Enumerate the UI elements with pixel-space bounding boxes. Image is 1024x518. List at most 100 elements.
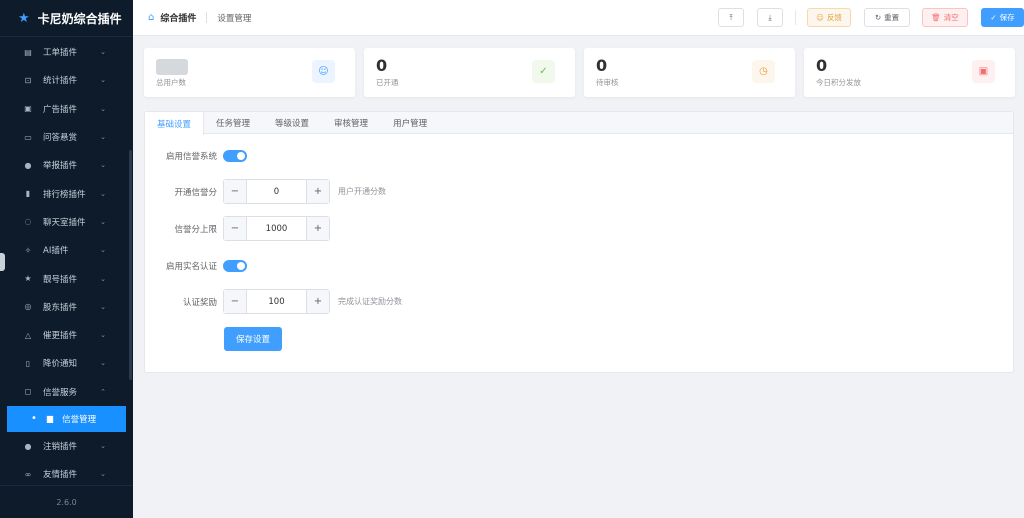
tab-levels[interactable]: 等级设置 [263, 112, 322, 133]
feedback-icon: ☺ [816, 13, 824, 22]
init-score-stepper: − 0 + [223, 179, 330, 204]
cup-icon: ◻ [24, 387, 32, 397]
sidebar: ★ 卡尼奶综合插件 ▤ 工单插件 ⌄ ⊡ 统计插件 ⌄ ▣ 广告插件 ⌄ ▭ 问答悬赏 ⌄ ● 举… [0, 0, 133, 518]
init-score-input[interactable]: 0 [247, 187, 306, 197]
message-icon: ◌ [24, 217, 32, 227]
tab-bar: 基础设置 任务管理 等级设置 审核管理 用户管理 [145, 112, 1013, 135]
stat-card-opened: 0 已开通 ✓ [364, 48, 575, 97]
upload-icon: ⤒ [729, 12, 733, 22]
sidebar-item-vipnum[interactable]: ★ 靓号插件 ⌄ [0, 264, 133, 292]
chevron-down-icon: ⌄ [100, 104, 106, 113]
breadcrumb-divider [206, 12, 208, 23]
sidebar-item-ranking[interactable]: ▮ 排行榜插件 ⌄ [0, 179, 133, 207]
enable-credit-toggle[interactable] [223, 150, 247, 162]
chat-icon: ▭ [24, 132, 32, 142]
upload-button[interactable]: ⤒ [718, 8, 744, 27]
toolbar-divider [795, 10, 796, 25]
form-row-enable-credit: 启用信誉系统 [145, 149, 1015, 163]
sidebar-logo[interactable]: ★ 卡尼奶综合插件 [0, 0, 133, 37]
user-icon: ● [24, 441, 32, 451]
sidebar-item-chatroom[interactable]: ◌ 聊天室插件 ⌄ [0, 208, 133, 236]
form-label: 启用信誉系统 [165, 152, 217, 162]
form-row-init-score: 开通信誉分 − 0 + 用户开通分数 [145, 179, 1015, 204]
sidebar-item-cancel[interactable]: ● 注销插件 ⌄ [0, 432, 133, 460]
feedback-button[interactable]: ☺ 反馈 [807, 8, 851, 27]
stat-value: 0 [596, 56, 608, 75]
stat-card-today-points: 0 今日积分发放 ▣ [804, 48, 1015, 97]
save-settings-button[interactable]: 保存设置 [224, 327, 282, 351]
phone-icon: ▯ [25, 358, 31, 368]
download-button[interactable]: ⤓ [757, 8, 783, 27]
tab-basic[interactable]: 基础设置 [145, 112, 205, 135]
sidebar-item-ticket[interactable]: ▤ 工单插件 ⌄ [0, 38, 133, 66]
max-score-input[interactable]: 1000 [247, 224, 306, 234]
chevron-down-icon: ⌄ [100, 442, 106, 450]
bell-icon: △ [24, 330, 32, 340]
sidebar-item-pricedrop[interactable]: ▯ 降价通知 ⌄ [0, 349, 133, 377]
form-row-reward: 认证奖励 − 100 + 完成认证奖励分数 [145, 289, 1015, 314]
chevron-down-icon: ⌄ [100, 133, 106, 142]
reset-button[interactable]: ↻ 重置 [864, 8, 910, 27]
chevron-down-icon: ⌄ [100, 246, 106, 255]
tab-tasks[interactable]: 任务管理 [204, 112, 263, 133]
form-row-enable-realname: 启用实名认证 [145, 259, 1015, 273]
cart-icon: ⊡ [24, 75, 32, 85]
stat-label: 待审核 [596, 78, 619, 87]
decrement-button[interactable]: − [224, 290, 247, 313]
tab-users[interactable]: 用户管理 [381, 112, 440, 133]
database-icon: ◎ [24, 302, 32, 312]
chevron-down-icon: ⌄ [100, 302, 106, 311]
sidebar-item-credit[interactable]: ◻ 信誉服务 ⌃ [0, 378, 133, 406]
stat-value-blurred [156, 59, 188, 75]
sidebar-item-report[interactable]: ● 举报插件 ⌄ [0, 151, 133, 179]
home-icon[interactable]: ⌂ [148, 12, 154, 23]
decrement-button[interactable]: − [224, 217, 247, 240]
increment-button[interactable]: + [306, 290, 329, 313]
trash-icon: 🗑 [931, 13, 941, 22]
sidebar-menu: ▤ 工单插件 ⌄ ⊡ 统计插件 ⌄ ▣ 广告插件 ⌄ ▭ 问答悬赏 ⌄ ● 举报插件 ⌄ ▮ 排行榜插… [0, 38, 133, 488]
breadcrumb-main[interactable]: 综合插件 [160, 11, 196, 24]
warning-icon: ● [24, 160, 32, 170]
sidebar-item-ads[interactable]: ▣ 广告插件 ⌄ [0, 95, 133, 123]
magic-icon: ✧ [24, 245, 32, 255]
chevron-up-icon: ⌃ [100, 387, 106, 396]
increment-button[interactable]: + [306, 180, 329, 203]
form-label: 开通信誉分 [174, 187, 217, 198]
enable-realname-toggle[interactable] [223, 260, 247, 272]
reward-stepper: − 100 + [223, 289, 330, 314]
decrement-button[interactable]: − [224, 180, 247, 203]
sidebar-item-ai[interactable]: ✧ AI插件 ⌄ [0, 236, 133, 264]
stat-label: 已开通 [376, 78, 399, 87]
stat-card-pending: 0 待审核 ◷ [584, 48, 795, 97]
refresh-icon: ↻ [874, 13, 882, 22]
increment-button[interactable]: + [306, 217, 329, 240]
tab-review[interactable]: 审核管理 [322, 112, 381, 133]
chevron-down-icon: ⌄ [100, 189, 106, 198]
sidebar-item-urge[interactable]: △ 催更插件 ⌄ [0, 321, 133, 349]
form-label: 认证奖励 [182, 297, 217, 308]
chevron-down-icon: ⌄ [100, 274, 106, 283]
download-icon: ⤓ [768, 12, 772, 22]
chevron-down-icon: ⌄ [100, 76, 106, 85]
document-icon: ▤ [24, 47, 32, 57]
sidebar-item-stats[interactable]: ⊡ 统计插件 ⌄ [0, 66, 133, 94]
clear-button[interactable]: 🗑 清空 [922, 8, 968, 27]
reward-input[interactable]: 100 [247, 297, 306, 307]
form-hint: 完成认证奖励分数 [338, 297, 402, 306]
sidebar-item-shareholder[interactable]: ◎ 股东插件 ⌄ [0, 293, 133, 321]
gift-icon: ▣ [972, 60, 995, 83]
sidebar-scrollbar[interactable] [129, 150, 132, 380]
stat-label: 今日积分发放 [816, 78, 861, 87]
stat-card-total-users: 总用户数 ☺ [144, 48, 355, 97]
save-button[interactable]: ✓ 保存 [981, 8, 1024, 27]
folder-icon: ▆ [46, 414, 54, 424]
stat-value: 0 [376, 56, 388, 75]
form-label: 启用实名认证 [165, 262, 217, 272]
sidebar-subitem-credit-manage[interactable]: • ▆ 信誉管理 [7, 405, 126, 432]
collapse-handle[interactable] [0, 253, 5, 271]
sidebar-item-qa[interactable]: ▭ 问答悬赏 ⌄ [0, 123, 133, 151]
user-icon: ☺ [312, 60, 335, 83]
chevron-down-icon: ⌄ [100, 161, 106, 170]
app-title: 卡尼奶综合插件 [37, 11, 122, 26]
bullet-icon: • [31, 413, 37, 425]
